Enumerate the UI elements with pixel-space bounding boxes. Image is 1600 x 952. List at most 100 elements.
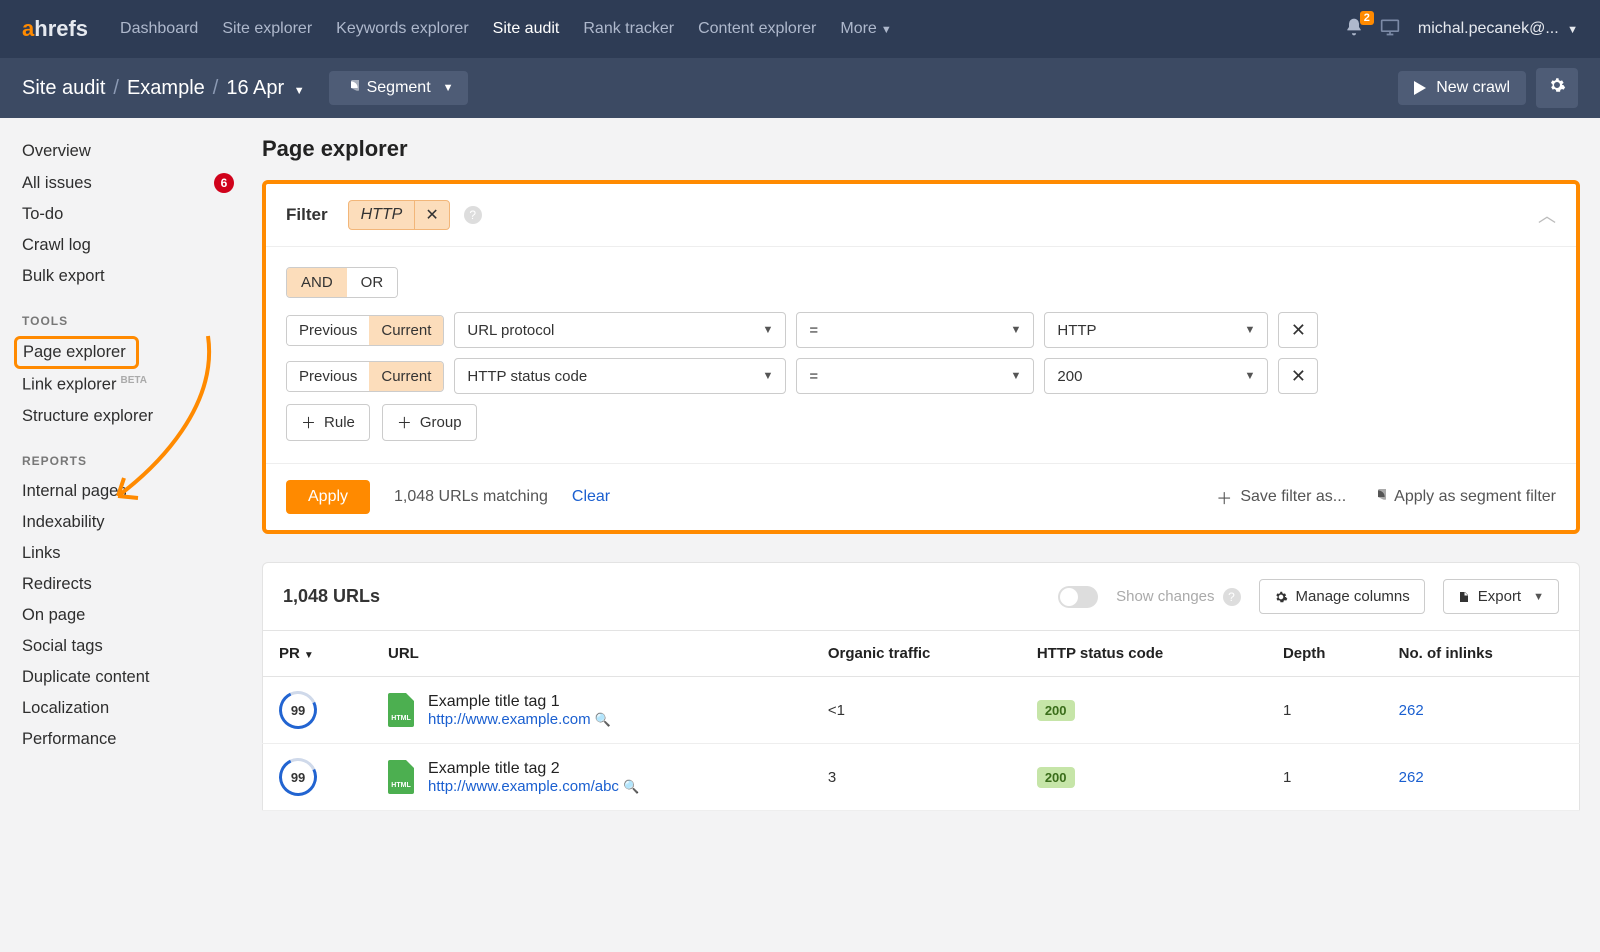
filter-chip: HTTP ✕ xyxy=(348,200,450,230)
crumb-date[interactable]: 16 Apr ▼ xyxy=(226,77,312,100)
remove-rule-icon[interactable]: ✕ xyxy=(1278,358,1318,394)
logo[interactable]: ahrefs xyxy=(22,16,88,42)
col-depth[interactable]: Depth xyxy=(1267,631,1383,677)
sidebar-item-overview[interactable]: Overview xyxy=(22,136,248,167)
show-changes-label: Show changes? xyxy=(1116,588,1240,606)
current-button[interactable]: Current xyxy=(369,362,443,391)
filter-panel: Filter HTTP ✕ ? ︿ AND OR PreviousCurrent… xyxy=(262,180,1580,534)
depth: 1 xyxy=(1267,744,1383,811)
previous-button[interactable]: Previous xyxy=(287,362,369,391)
help-icon[interactable]: ? xyxy=(1223,588,1241,606)
rule-field-select[interactable]: URL protocol▼ xyxy=(454,312,786,348)
page-title-text: Example title tag 1 xyxy=(428,693,611,711)
rule-operator-select[interactable]: =▼ xyxy=(796,312,1034,348)
nav-dashboard[interactable]: Dashboard xyxy=(108,20,210,38)
user-menu[interactable]: michal.pecanek@... ▼ xyxy=(1418,20,1578,38)
new-crawl-button[interactable]: New crawl xyxy=(1398,71,1526,105)
depth: 1 xyxy=(1267,677,1383,744)
inspect-icon[interactable]: 🔍 xyxy=(623,779,639,794)
inspect-icon[interactable]: 🔍 xyxy=(595,712,611,727)
notifications-icon[interactable]: 2 xyxy=(1344,17,1364,42)
col-url[interactable]: URL xyxy=(372,631,812,677)
collapse-icon[interactable]: ︿ xyxy=(1538,202,1556,228)
rule-value-select[interactable]: 200▼ xyxy=(1044,358,1268,394)
html-file-icon: HTML xyxy=(388,760,414,794)
apply-button[interactable]: Apply xyxy=(286,480,370,514)
table-row: 99 HTML Example title tag 1http://www.exam… xyxy=(263,677,1580,744)
pr-score: 99 xyxy=(274,686,323,735)
sidebar-item-internal-pages[interactable]: Internal pages xyxy=(22,476,248,507)
sidebar-item-duplicate-content[interactable]: Duplicate content xyxy=(22,662,248,693)
and-button[interactable]: AND xyxy=(287,268,347,297)
save-filter-button[interactable]: ＋Save filter as... xyxy=(1216,485,1346,509)
nav-content-explorer[interactable]: Content explorer xyxy=(686,20,828,38)
nav-rank-tracker[interactable]: Rank tracker xyxy=(571,20,686,38)
sidebar-item-link-explorer[interactable]: Link explorerBETA xyxy=(22,369,248,401)
page-url-link[interactable]: http://www.example.com/abc xyxy=(428,778,619,795)
notification-badge: 2 xyxy=(1360,11,1374,25)
filter-rule: PreviousCurrent URL protocol▼ =▼ HTTP▼ ✕ xyxy=(286,312,1556,348)
and-or-toggle: AND OR xyxy=(286,267,398,298)
sidebar-item-localization[interactable]: Localization xyxy=(22,693,248,724)
nav-site-audit[interactable]: Site audit xyxy=(481,20,572,38)
pr-score: 99 xyxy=(274,753,323,802)
html-file-icon: HTML xyxy=(388,693,414,727)
segment-button[interactable]: Segment▼ xyxy=(329,71,468,105)
display-icon[interactable] xyxy=(1380,18,1400,41)
remove-rule-icon[interactable]: ✕ xyxy=(1278,312,1318,348)
add-group-button[interactable]: ＋Group xyxy=(382,404,477,441)
sidebar-item-links[interactable]: Links xyxy=(22,538,248,569)
filter-label: Filter xyxy=(286,205,328,225)
sidebar-item-performance[interactable]: Performance xyxy=(22,724,248,755)
crumb-site-audit[interactable]: Site audit xyxy=(22,77,113,100)
add-rule-button[interactable]: ＋Rule xyxy=(286,404,370,441)
sidebar-item-social-tags[interactable]: Social tags xyxy=(22,631,248,662)
prev-current-toggle: PreviousCurrent xyxy=(286,315,444,346)
rule-operator-select[interactable]: =▼ xyxy=(796,358,1034,394)
breadcrumb-bar: Site audit / Example / 16 Apr ▼ Segment▼… xyxy=(0,58,1600,118)
help-icon[interactable]: ? xyxy=(464,206,482,224)
col-no-of-inlinks[interactable]: No. of inlinks xyxy=(1383,631,1580,677)
page-url-link[interactable]: http://www.example.com xyxy=(428,711,591,728)
sidebar-item-indexability[interactable]: Indexability xyxy=(22,507,248,538)
table-row: 99HTMLExample title tag 2http://www.exam… xyxy=(263,744,1580,811)
results-table: PR▼URLOrganic trafficHTTP status codeDep… xyxy=(262,631,1580,811)
sidebar-tools-header: TOOLS xyxy=(22,292,248,336)
badge: 6 xyxy=(214,173,234,193)
nav-more[interactable]: More▼ xyxy=(828,20,903,38)
sidebar-item-on-page[interactable]: On page xyxy=(22,600,248,631)
rule-field-select[interactable]: HTTP status code▼ xyxy=(454,358,786,394)
page-title: Page explorer xyxy=(262,136,1580,162)
sidebar-item-bulk-export[interactable]: Bulk export xyxy=(22,261,248,292)
chip-remove-icon[interactable]: ✕ xyxy=(415,201,448,229)
or-button[interactable]: OR xyxy=(347,268,398,297)
col-organic-traffic[interactable]: Organic traffic xyxy=(812,631,1021,677)
apply-segment-button[interactable]: Apply as segment filter xyxy=(1370,488,1556,506)
current-button[interactable]: Current xyxy=(369,316,443,345)
sidebar-item-to-do[interactable]: To-do xyxy=(22,199,248,230)
previous-button[interactable]: Previous xyxy=(287,316,369,345)
col-http-status-code[interactable]: HTTP status code xyxy=(1021,631,1267,677)
inlinks-link[interactable]: 262 xyxy=(1399,702,1424,719)
url-count: 1,048 URLs xyxy=(283,586,380,607)
rule-value-select[interactable]: HTTP▼ xyxy=(1044,312,1268,348)
manage-columns-button[interactable]: Manage columns xyxy=(1259,579,1425,614)
clear-link[interactable]: Clear xyxy=(572,488,610,506)
inlinks-link[interactable]: 262 xyxy=(1399,769,1424,786)
crumb-project[interactable]: Example xyxy=(127,77,213,100)
status-badge: 200 xyxy=(1037,700,1075,721)
settings-button[interactable] xyxy=(1536,68,1578,108)
export-button[interactable]: Export▼ xyxy=(1443,579,1559,614)
show-changes-toggle[interactable] xyxy=(1058,586,1098,608)
sidebar-item-structure-explorer[interactable]: Structure explorer xyxy=(22,401,248,432)
nav-keywords-explorer[interactable]: Keywords explorer xyxy=(324,20,481,38)
sidebar-item-all-issues[interactable]: All issues6 xyxy=(22,167,248,199)
organic-traffic: <1 xyxy=(812,677,1021,744)
sidebar-item-redirects[interactable]: Redirects xyxy=(22,569,248,600)
sidebar-item-page-explorer[interactable]: Page explorer xyxy=(14,336,139,369)
col-pr[interactable]: PR▼ xyxy=(263,631,373,677)
sidebar-item-crawl-log[interactable]: Crawl log xyxy=(22,230,248,261)
status-badge: 200 xyxy=(1037,767,1075,788)
main-content: Page explorer Filter HTTP ✕ ? ︿ AND OR P… xyxy=(248,118,1600,811)
nav-site-explorer[interactable]: Site explorer xyxy=(210,20,324,38)
